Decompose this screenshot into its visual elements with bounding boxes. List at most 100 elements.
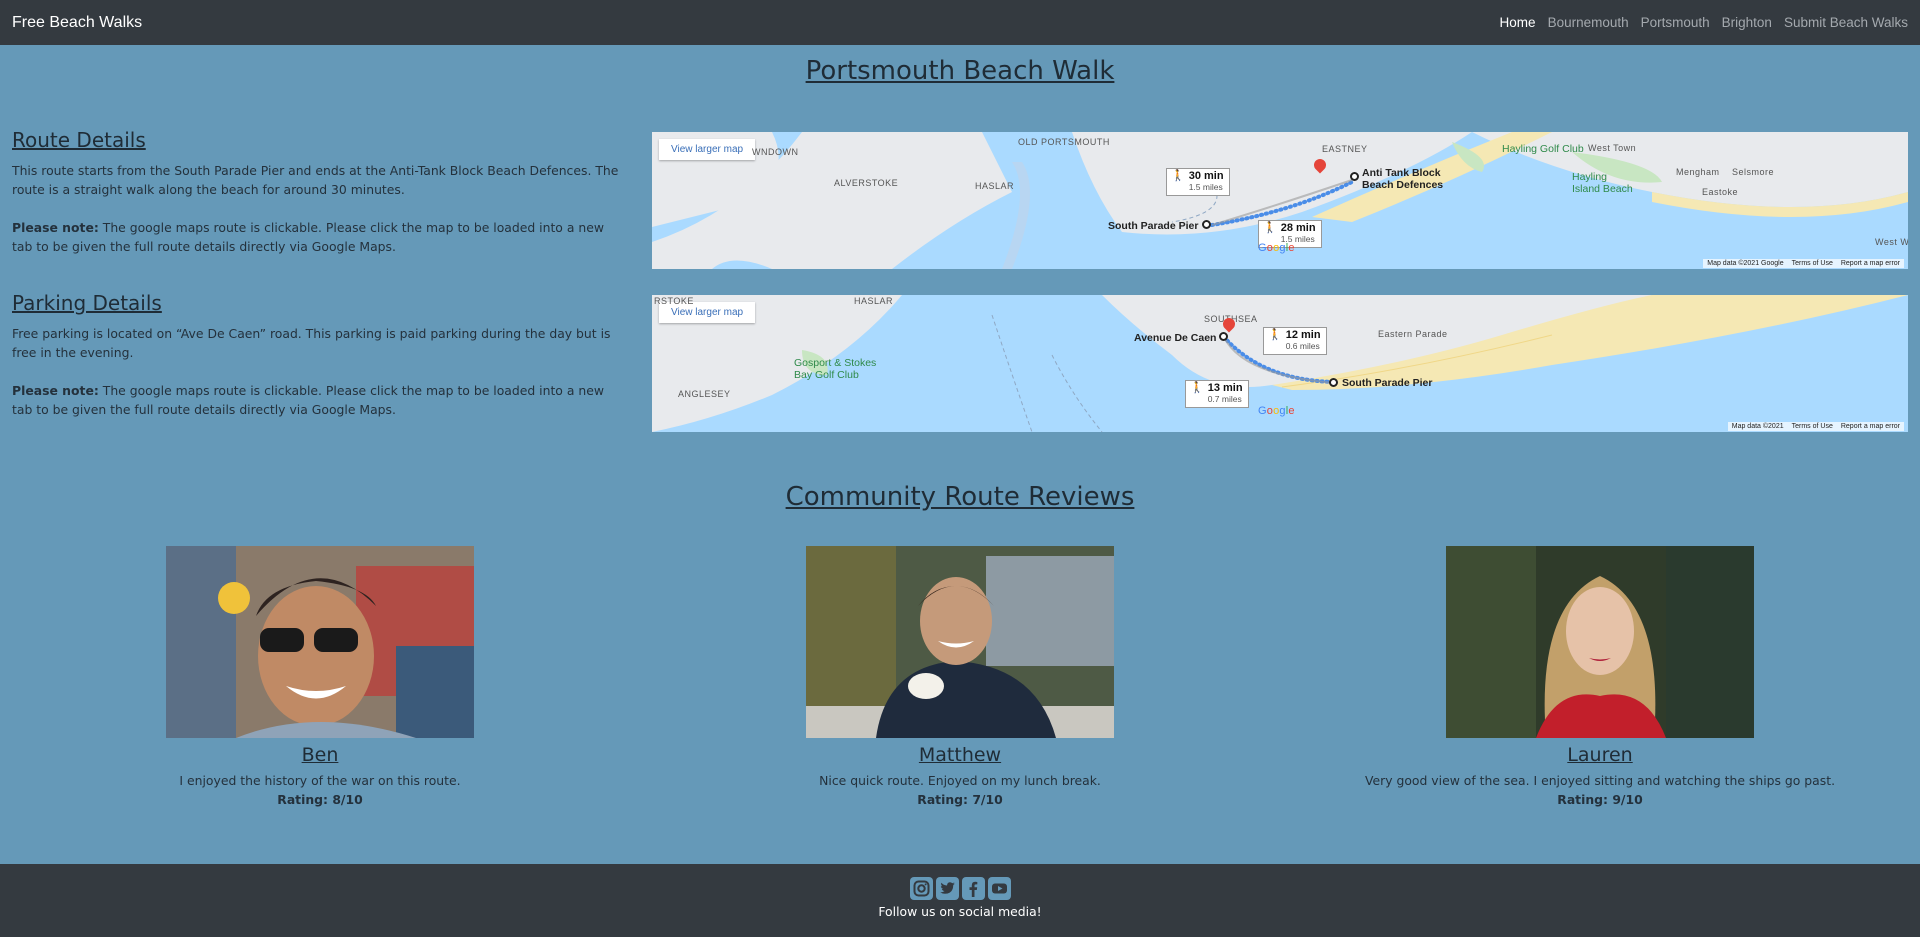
twitter-icon[interactable] — [935, 877, 959, 900]
note-label: Please note: — [12, 220, 99, 235]
map-area-label: West Town — [1588, 143, 1637, 153]
nav-link-bournemouth[interactable]: Bournemouth — [1548, 15, 1629, 30]
map-area-label: RSTOKE — [654, 296, 694, 306]
google-logo: Google — [1258, 405, 1295, 417]
route-map[interactable]: View larger map WNDOWN ALVERSTOKE HASLAR… — [652, 132, 1908, 269]
map-area-label: ANGLESEY — [678, 389, 731, 399]
follow-us-text: Follow us on social media! — [878, 904, 1042, 919]
map-data-credit: Map data ©2021 Google — [1707, 260, 1784, 267]
review-text: Very good view of the sea. I enjoyed sit… — [1364, 773, 1836, 788]
map-golf-label: Hayling Island Beach — [1572, 171, 1633, 195]
map-golf-label-line: Bay Golf Club — [794, 369, 859, 381]
end-marker-icon — [1329, 378, 1338, 387]
review-rating: Rating: 8/10 — [277, 792, 363, 807]
google-logo: Google — [1258, 242, 1295, 254]
route-distance: 0.6 miles — [1285, 341, 1320, 351]
map-area-label: Mengham — [1676, 167, 1720, 177]
route-time: 30 min — [1188, 170, 1224, 182]
terms-of-use-link[interactable]: Terms of Use — [1792, 260, 1833, 267]
map-area-label: HASLAR — [975, 181, 1015, 191]
reviewer-name[interactable]: Matthew — [660, 744, 1260, 766]
nav-link-submit-beach-walks[interactable]: Submit Beach Walks — [1784, 15, 1908, 30]
nav-link-home[interactable]: Home — [1500, 15, 1536, 30]
map-area-label: OLD PORTSMOUTH — [1018, 137, 1110, 147]
parking-map[interactable]: View larger map RSTOKE HASLAR ANGLESEY S… — [652, 295, 1908, 432]
review-card-matthew: Matthew Nice quick route. Enjoyed on my … — [660, 546, 1260, 809]
reviewer-photo-graphic — [1446, 546, 1754, 738]
route-details-text: This route starts from the South Parade … — [12, 163, 619, 197]
map-area-label: Eastern Parade — [1378, 329, 1448, 339]
map-start-label: Avenue De Caen — [1134, 332, 1217, 344]
reviewer-name[interactable]: Lauren — [1300, 744, 1900, 766]
route-details-heading: Route Details — [12, 128, 146, 152]
reviewer-photo-matthew — [806, 546, 1114, 738]
start-marker-icon — [1219, 332, 1228, 341]
map-area-label: Eastoke — [1702, 187, 1739, 197]
map-start-label: South Parade Pier — [1108, 220, 1199, 232]
map-end-label: South Parade Pier — [1342, 377, 1433, 389]
route-time: 12 min — [1285, 329, 1321, 341]
map-end-label-line: Anti Tank Block — [1362, 167, 1441, 179]
reviewer-photo-graphic — [806, 546, 1114, 738]
route-time-box: 🚶 30 min 1.5 miles — [1166, 168, 1230, 196]
route-distance: 0.7 miles — [1207, 394, 1242, 404]
instagram-icon[interactable] — [909, 877, 933, 900]
reviewer-photo-ben — [166, 546, 474, 738]
start-marker-icon — [1202, 220, 1211, 229]
report-map-error-link[interactable]: Report a map error — [1841, 423, 1900, 430]
navbar: Free Beach Walks Home Bournemouth Portsm… — [0, 0, 1920, 45]
page-title: Portsmouth Beach Walk — [805, 56, 1115, 86]
footer: Follow us on social media! — [0, 864, 1920, 937]
nav-link-portsmouth[interactable]: Portsmouth — [1641, 15, 1710, 30]
map-golf-label: Hayling Golf Club — [1502, 143, 1584, 155]
youtube-icon[interactable] — [987, 877, 1011, 900]
map-area-label: Selsmore — [1732, 167, 1775, 177]
social-links — [0, 864, 1920, 900]
reviewer-photo-graphic — [166, 546, 474, 738]
map-area-label: HASLAR — [854, 296, 894, 306]
parking-details-note: Please note: The google maps route is cl… — [12, 381, 624, 419]
reviewer-photo-lauren — [1446, 546, 1754, 738]
route-distance: 1.5 miles — [1188, 182, 1223, 192]
terms-of-use-link[interactable]: Terms of Use — [1792, 423, 1833, 430]
nav-link-brighton[interactable]: Brighton — [1722, 15, 1772, 30]
map-golf-label-line: Island Beach — [1572, 183, 1633, 195]
walking-icon: 🚶 — [1268, 329, 1282, 341]
map-golf-label-line: Gosport & Stokes — [794, 357, 877, 369]
map-area-label: WNDOWN — [752, 147, 799, 157]
note-label: Please note: — [12, 383, 99, 398]
map-golf-label: Gosport & Stokes Bay Golf Club — [794, 357, 876, 381]
map-area-label: EASTNEY — [1322, 144, 1368, 154]
map-data-credit: Map data ©2021 — [1731, 423, 1784, 430]
facebook-icon[interactable] — [961, 877, 985, 900]
reviews-heading: Community Route Reviews — [785, 482, 1135, 512]
note-text: The google maps route is clickable. Plea… — [12, 383, 604, 417]
end-marker-icon — [1350, 172, 1359, 181]
map-footer: Map data ©2021 Terms of Use Report a map… — [1727, 422, 1904, 431]
review-card-lauren: Lauren Very good view of the sea. I enjo… — [1300, 546, 1900, 809]
walking-icon: 🚶 — [1190, 382, 1204, 394]
note-text: The google maps route is clickable. Plea… — [12, 220, 604, 254]
view-larger-map-button[interactable]: View larger map — [659, 139, 756, 160]
map-end-label: Anti Tank Block Beach Defences — [1362, 167, 1443, 191]
route-time: 13 min — [1207, 382, 1243, 394]
route-time: 28 min — [1280, 222, 1316, 234]
parking-details-text: Free parking is located on “Ave De Caen”… — [12, 326, 611, 360]
map-footer: Map data ©2021 Google Terms of Use Repor… — [1703, 259, 1904, 268]
route-details-section: Route Details This route starts from the… — [12, 128, 624, 256]
parking-details-section: Parking Details Free parking is located … — [12, 291, 624, 419]
reviewer-name[interactable]: Ben — [20, 744, 620, 766]
brand-link[interactable]: Free Beach Walks — [12, 14, 142, 32]
map-end-label-line: Beach Defences — [1362, 179, 1444, 191]
map-golf-label-line: Hayling — [1572, 171, 1608, 183]
report-map-error-link[interactable]: Report a map error — [1841, 260, 1900, 267]
route-details-note: Please note: The google maps route is cl… — [12, 218, 624, 256]
review-rating: Rating: 7/10 — [917, 792, 1003, 807]
parking-details-heading: Parking Details — [12, 291, 162, 315]
review-text: Nice quick route. Enjoyed on my lunch br… — [819, 773, 1101, 788]
walking-icon: 🚶 — [1263, 222, 1277, 234]
nav-links: Home Bournemouth Portsmouth Brighton Sub… — [1500, 15, 1908, 30]
review-text: I enjoyed the history of the war on this… — [179, 773, 461, 788]
route-time-box: 🚶 13 min 0.7 miles — [1185, 380, 1249, 408]
walking-icon: 🚶 — [1171, 170, 1185, 182]
